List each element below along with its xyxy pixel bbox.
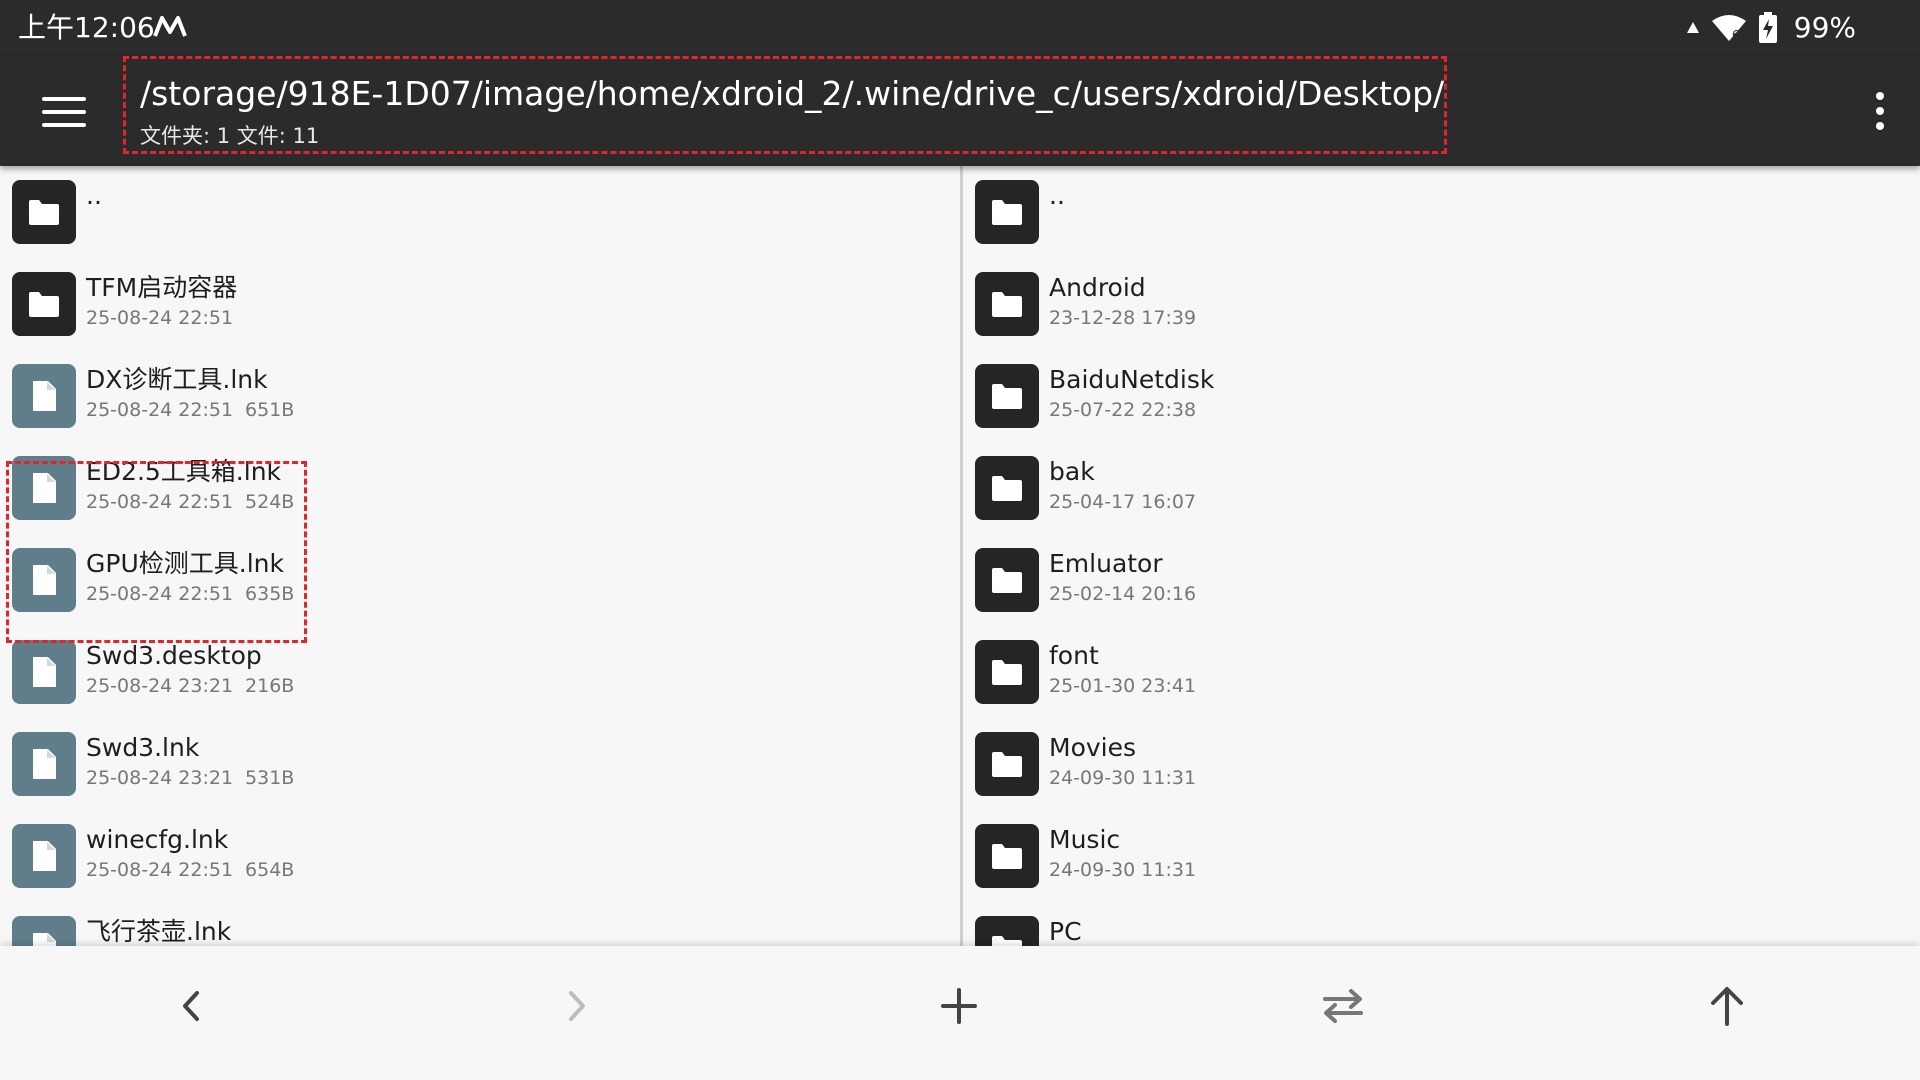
item-meta: 25-08-24 23:21 216B (86, 674, 294, 698)
folder-list-item[interactable]: Android 23-12-28 17:39 (963, 258, 1920, 350)
item-meta: 25-08-24 23:21 531B (86, 766, 294, 790)
item-name: .. (1049, 181, 1065, 210)
folder-list-item[interactable]: Emluator 25-02-14 20:16 (963, 534, 1920, 626)
item-date: 25-07-22 22:38 (1049, 399, 1197, 421)
file-list-item[interactable]: winecfg.lnk 25-08-24 22:51 654B (0, 810, 960, 902)
more-vert-icon[interactable] (1856, 86, 1904, 136)
item-meta: 23-12-28 17:39 (1049, 306, 1196, 330)
swap-horizontal-icon[interactable] (1311, 974, 1375, 1038)
file-list-item[interactable]: 飞行茶壶.lnk (0, 902, 960, 946)
item-meta: 25-08-24 22:51 654B (86, 858, 294, 882)
item-name: PC (1049, 917, 1082, 946)
plus-icon[interactable] (927, 974, 991, 1038)
data-arrow-icon (1686, 22, 1699, 33)
item-date: 25-08-24 22:51 (86, 307, 234, 329)
folder-icon (975, 364, 1039, 428)
folder-list-item[interactable]: font 25-01-30 23:41 (963, 626, 1920, 718)
folder-icon (12, 272, 76, 336)
item-meta: 25-02-14 20:16 (1049, 582, 1196, 606)
item-size: 216B (245, 675, 295, 697)
bottom-toolbar (0, 946, 1920, 1080)
file-icon (12, 364, 76, 428)
item-date: 24-09-30 11:31 (1049, 859, 1197, 881)
item-meta: 25-01-30 23:41 (1049, 674, 1196, 698)
folder-file-count: 文件夹: 1 文件: 11 (140, 124, 320, 148)
folder-icon (975, 824, 1039, 888)
folder-icon (12, 180, 76, 244)
folder-icon (975, 548, 1039, 612)
item-date: 25-08-24 23:21 (86, 767, 234, 789)
file-icon (12, 824, 76, 888)
folder-list-item[interactable]: Music 24-09-30 11:31 (963, 810, 1920, 902)
item-name: Music (1049, 825, 1121, 854)
folder-icon (975, 456, 1039, 520)
folder-list-item[interactable]: .. (963, 166, 1920, 258)
item-date: 24-09-30 11:31 (1049, 767, 1197, 789)
item-meta: 25-08-24 22:51 651B (86, 398, 294, 422)
folder-list-item[interactable]: bak 25-04-17 16:07 (963, 442, 1920, 534)
item-name: Swd3.lnk (86, 733, 200, 762)
app-bar: /storage/918E-1D07/image/home/xdroid_2/.… (0, 56, 1920, 166)
item-name: winecfg.lnk (86, 825, 229, 854)
status-bar: 上午12:06 6 99% (0, 0, 1920, 56)
chevron-right-icon[interactable] (544, 974, 608, 1038)
item-date: 25-08-24 23:21 (86, 675, 234, 697)
folder-list-item[interactable]: BaiduNetdisk 25-07-22 22:38 (963, 350, 1920, 442)
item-name: Movies (1049, 733, 1137, 762)
status-time: 上午12:06 (18, 11, 155, 44)
item-name: Emluator (1049, 549, 1163, 578)
folder-list-item[interactable]: TFM启动容器 25-08-24 22:51 (0, 258, 960, 350)
wifi-6-icon: 6 (1711, 15, 1746, 42)
chevron-left-icon[interactable] (160, 974, 224, 1038)
folder-icon (975, 272, 1039, 336)
file-list-item[interactable]: Swd3.lnk 25-08-24 23:21 531B (0, 718, 960, 810)
item-size: 651B (245, 399, 295, 421)
folder-icon (975, 180, 1039, 244)
item-name: Android (1049, 273, 1146, 302)
item-name: Swd3.desktop (86, 641, 262, 670)
selection-highlight (6, 461, 307, 643)
item-date: 25-01-30 23:41 (1049, 675, 1197, 697)
item-size: 531B (245, 767, 295, 789)
item-meta: 25-07-22 22:38 (1049, 398, 1196, 422)
item-date: 23-12-28 17:39 (1049, 307, 1197, 329)
item-date: 25-08-24 22:51 (86, 399, 234, 421)
item-meta: 24-09-30 11:31 (1049, 858, 1196, 882)
folder-icon (975, 640, 1039, 704)
folder-list-item[interactable]: Movies 24-09-30 11:31 (963, 718, 1920, 810)
item-meta: 25-04-17 16:07 (1049, 490, 1196, 514)
file-icon (12, 916, 76, 946)
m-logo-icon (153, 16, 187, 37)
folder-icon (975, 916, 1039, 946)
item-name: bak (1049, 457, 1095, 486)
folder-list-item[interactable]: .. (0, 166, 960, 258)
battery-percent: 99% (1793, 11, 1856, 44)
item-date: 25-04-17 16:07 (1049, 491, 1197, 513)
item-name: BaiduNetdisk (1049, 365, 1215, 394)
folder-icon (975, 732, 1039, 796)
item-name: font (1049, 641, 1099, 670)
item-meta: 25-08-24 22:51 (86, 306, 233, 330)
status-icons: 6 99% (1686, 10, 1856, 46)
item-date: 25-02-14 20:16 (1049, 583, 1197, 605)
arrow-up-icon[interactable] (1695, 974, 1759, 1038)
file-icon (12, 732, 76, 796)
battery-charging-icon (1758, 12, 1777, 43)
item-size: 654B (245, 859, 295, 881)
item-name: .. (86, 181, 102, 210)
folder-list-item[interactable]: PC (963, 902, 1920, 946)
item-date: 25-08-24 22:51 (86, 859, 234, 881)
item-name: DX诊断工具.lnk (86, 365, 268, 394)
current-path: /storage/918E-1D07/image/home/xdroid_2/.… (140, 74, 1445, 113)
file-icon (12, 640, 76, 704)
item-meta: 24-09-30 11:31 (1049, 766, 1196, 790)
item-name: TFM启动容器 (86, 273, 238, 302)
path-header[interactable]: /storage/918E-1D07/image/home/xdroid_2/.… (123, 56, 1447, 154)
right-file-pane[interactable]: .. Android 23-12-28 17:39 BaiduNetdisk 25-07… (963, 166, 1920, 946)
hamburger-menu-icon[interactable] (30, 84, 98, 140)
item-name: 飞行茶壶.lnk (86, 917, 232, 946)
file-list-item[interactable]: DX诊断工具.lnk 25-08-24 22:51 651B (0, 350, 960, 442)
svg-text:6: 6 (1732, 28, 1740, 42)
